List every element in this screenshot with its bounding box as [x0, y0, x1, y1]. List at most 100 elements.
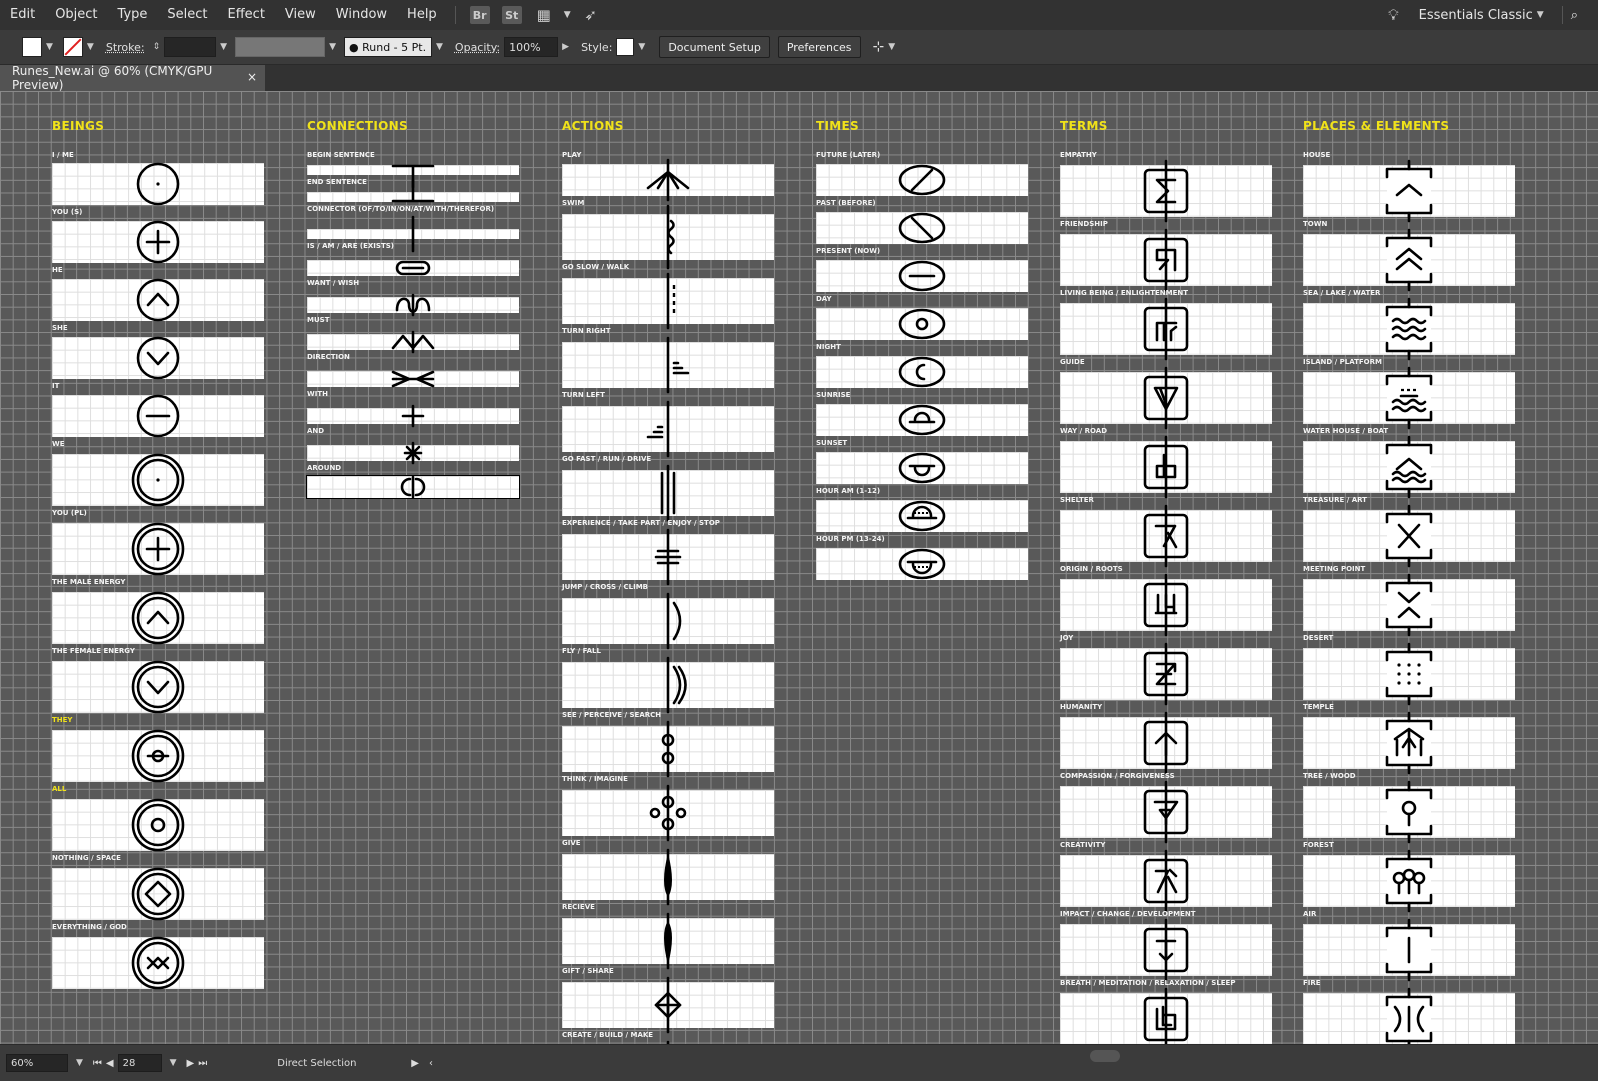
zoom-field[interactable]: 60% [6, 1054, 68, 1072]
menu-view[interactable]: View [275, 0, 326, 30]
rune-artboard-present-now[interactable] [816, 260, 1028, 292]
rune-label[interactable]: FRIENDSHIP [1060, 220, 1108, 228]
rune-label[interactable]: GIFT / SHARE [562, 967, 614, 975]
rune-artboard-sunset[interactable] [816, 452, 1028, 484]
rune-label[interactable]: BEGIN SENTENCE [307, 151, 375, 159]
column-title-beings[interactable]: BEINGS [52, 119, 104, 133]
graphic-style-swatch[interactable] [616, 38, 635, 56]
rune-artboard-direction[interactable] [307, 370, 519, 388]
bridge-button[interactable]: Br [469, 6, 490, 24]
rune-label[interactable]: TURN RIGHT [562, 327, 611, 335]
rune-artboard-sunrise[interactable] [816, 404, 1028, 436]
rune-artboard-past-before[interactable] [816, 212, 1028, 244]
rune-label[interactable]: JOY [1060, 634, 1073, 642]
rune-label[interactable]: TREE / WOOD [1303, 772, 1356, 780]
rune-artboard-i-me[interactable] [52, 162, 264, 206]
arrange-documents-icon[interactable]: ▦ [534, 6, 554, 24]
stroke-label[interactable]: Stroke: [106, 41, 145, 54]
rune-artboard-shelter[interactable] [1060, 504, 1272, 568]
artboard-canvas[interactable]: BEINGS I / ME YOU (S) HE SHE IT WE YOU (PL) THE … [0, 91, 1598, 1044]
rune-artboard-way-road[interactable] [1060, 435, 1272, 499]
rune-artboard-everything-god[interactable] [52, 936, 264, 990]
rune-artboard-day[interactable] [816, 308, 1028, 340]
rune-label[interactable]: AROUND [307, 464, 341, 472]
rune-label[interactable]: ISLAND / PLATFORM [1303, 358, 1382, 366]
menu-select[interactable]: Select [157, 0, 217, 30]
rune-artboard-nothing-space[interactable] [52, 867, 264, 921]
next-artboard-icon[interactable]: ▶ [187, 1058, 195, 1069]
stroke-swatch[interactable] [62, 37, 83, 57]
rune-label[interactable]: SHE [52, 324, 68, 332]
rune-label[interactable]: JUMP / CROSS / CLIMB [562, 583, 648, 591]
chevron-down-icon[interactable]: ▼ [220, 42, 227, 52]
rune-artboard-tree-wood[interactable] [1303, 780, 1515, 844]
rune-label[interactable]: NOTHING / SPACE [52, 854, 121, 862]
status-menu-icon[interactable]: ▶ [411, 1058, 419, 1069]
rune-artboard-they[interactable] [52, 729, 264, 783]
rune-label[interactable]: END SENTENCE [307, 178, 367, 186]
rune-artboard-turn-right[interactable] [562, 336, 774, 394]
rune-artboard-with[interactable] [307, 404, 519, 428]
variable-width-profile[interactable] [235, 37, 326, 57]
rune-label[interactable]: FLY / FALL [562, 647, 601, 655]
rune-label[interactable]: SUNRISE [816, 391, 850, 399]
rune-label[interactable]: SHELTER [1060, 496, 1094, 504]
menu-window[interactable]: Window [326, 0, 397, 30]
rune-artboard-he[interactable] [52, 278, 264, 322]
rune-artboard-go-fast-run-drive[interactable] [562, 464, 774, 522]
rune-artboard-hour-am-1-12[interactable] [816, 500, 1028, 532]
rune-label[interactable]: MUST [307, 316, 329, 324]
rune-label[interactable]: SWIM [562, 199, 584, 207]
rune-artboard-recieve[interactable] [562, 912, 774, 970]
rune-label[interactable]: YOU (PL) [52, 509, 87, 517]
rune-label[interactable]: PRESENT (NOW) [816, 247, 880, 255]
rune-artboard-compassion-forgiveness[interactable] [1060, 780, 1272, 844]
rune-label[interactable]: LIVING BEING / ENLIGHTENMENT [1060, 289, 1188, 297]
rune-label[interactable]: FOREST [1303, 841, 1334, 849]
rune-label[interactable]: I / ME [52, 151, 74, 159]
rune-artboard-end-sentence[interactable] [307, 178, 519, 203]
rune-label[interactable]: CONNECTOR (OF/TO/IN/ON/AT/WITH/THEREFOR) [307, 205, 494, 213]
rune-artboard-joy[interactable] [1060, 642, 1272, 706]
rune-label[interactable]: WATER HOUSE / BOAT [1303, 427, 1388, 435]
rune-artboard-water-house-boat[interactable] [1303, 435, 1515, 499]
rune-artboard-go-slow-walk[interactable] [562, 272, 774, 330]
rune-label[interactable]: GIVE [562, 839, 581, 847]
rune-artboard-see-perceive-search[interactable] [562, 720, 774, 778]
rune-artboard-gift-share[interactable] [562, 976, 774, 1034]
rune-label[interactable]: HOUR PM (13-24) [816, 535, 885, 543]
rune-label[interactable]: TREASURE / ART [1303, 496, 1367, 504]
rune-artboard-hour-pm-13-24[interactable] [816, 548, 1028, 580]
rune-artboard-the-female-energy[interactable] [52, 660, 264, 714]
rune-label[interactable]: WITH [307, 390, 328, 398]
menu-type[interactable]: Type [108, 0, 158, 30]
rune-label[interactable]: DAY [816, 295, 832, 303]
column-title-terms[interactable]: TERMS [1060, 119, 1108, 133]
rune-label[interactable]: AND [307, 427, 324, 435]
rune-artboard-meeting-point[interactable] [1303, 573, 1515, 637]
rune-artboard-around[interactable] [306, 475, 520, 499]
rune-label[interactable]: SUNSET [816, 439, 847, 447]
rune-artboard-we[interactable] [52, 453, 264, 507]
menu-edit[interactable]: Edit [0, 0, 45, 30]
stepper-icon[interactable]: ⇕ [153, 42, 161, 52]
rune-label[interactable]: THE MALE ENERGY [52, 578, 125, 586]
rune-artboard-treasure-art[interactable] [1303, 504, 1515, 568]
column-title-times[interactable]: TIMES [816, 119, 859, 133]
rune-label[interactable]: EMPATHY [1060, 151, 1097, 159]
column-title-actions[interactable]: ACTIONS [562, 119, 624, 133]
rune-label[interactable]: BREATH / MEDITATION / RELAXATION / SLEEP [1060, 979, 1235, 987]
fill-swatch[interactable] [22, 37, 42, 57]
rune-artboard-desert[interactable] [1303, 642, 1515, 706]
rune-artboard-temple[interactable] [1303, 711, 1515, 775]
rune-artboard-creativity[interactable] [1060, 849, 1272, 913]
rune-label[interactable]: HUMANITY [1060, 703, 1102, 711]
rune-artboard-island-platform[interactable] [1303, 366, 1515, 430]
chevron-down-icon[interactable]: ▼ [46, 42, 53, 52]
rune-label[interactable]: TURN LEFT [562, 391, 605, 399]
rune-label[interactable]: TOWN [1303, 220, 1327, 228]
rune-label[interactable]: IMPACT / CHANGE / DEVELOPMENT [1060, 910, 1196, 918]
menu-help[interactable]: Help [397, 0, 447, 30]
rune-artboard-fly-fall[interactable] [562, 656, 774, 714]
column-title-places-elements[interactable]: PLACES & ELEMENTS [1303, 119, 1449, 133]
